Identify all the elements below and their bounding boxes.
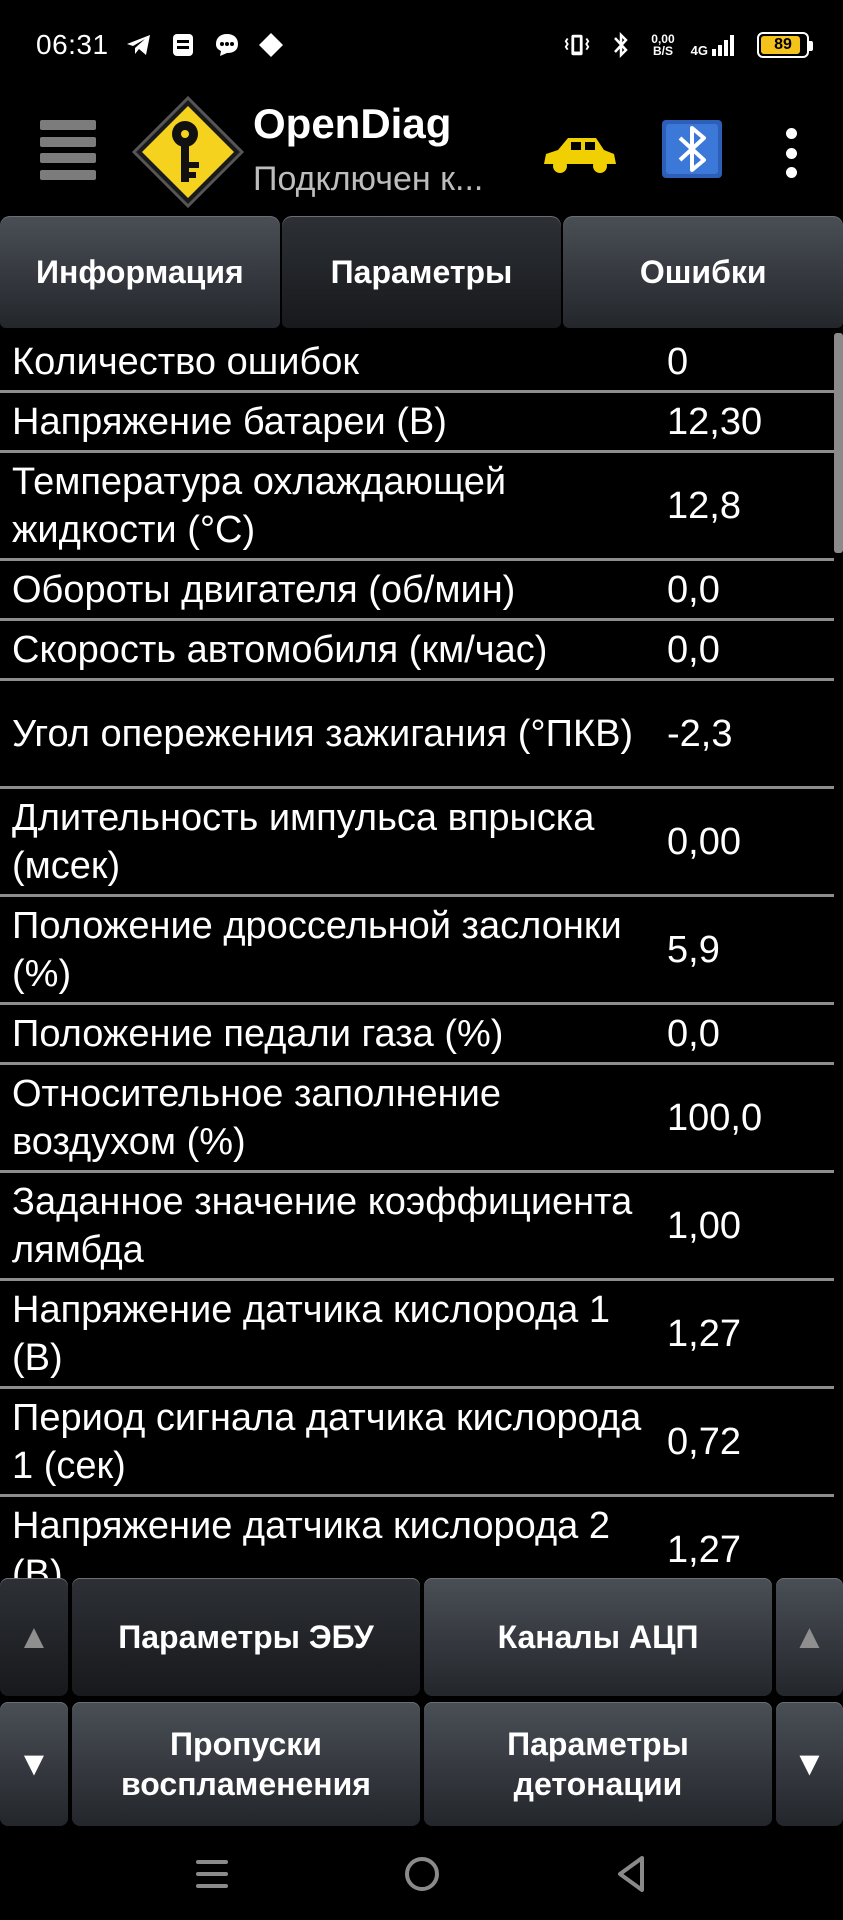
recent-apps-icon[interactable] <box>190 1852 234 1896</box>
parameter-name: Скорость автомобиля (км/час) <box>12 628 548 671</box>
parameter-row: Обороты двигателя (об/мин) 0,0 <box>0 561 834 621</box>
page-up-button-right[interactable]: ▲ <box>776 1578 843 1696</box>
notes-icon <box>169 31 197 59</box>
parameter-name: Положение педали газа (%) <box>12 1012 504 1055</box>
status-right: 0,00 B/S 4G 89 <box>563 31 813 59</box>
parameter-value: 0,72 <box>667 1420 741 1463</box>
parameter-list[interactable]: Количество ошибок 0 Напряжение батареи (… <box>0 333 834 1578</box>
parameter-name: Количество ошибок <box>12 340 359 383</box>
parameter-row: Напряжение датчика кислорода 2 (В) 1,27 <box>0 1497 834 1579</box>
parameter-row: Напряжение батареи (В) 12,30 <box>0 393 834 453</box>
main-tabs: Информация Параметры Ошибки <box>0 216 843 328</box>
parameter-value: 1,27 <box>667 1312 741 1355</box>
parameter-name: Угол опережения зажигания (°ПКВ) <box>12 712 634 755</box>
knock-params-button[interactable]: Параметры детонации <box>424 1702 772 1826</box>
parameter-row: Угол опережения зажигания (°ПКВ) -2,3 <box>0 681 834 789</box>
battery-icon: 89 <box>757 32 813 58</box>
connection-status: Подключен к... <box>253 160 484 198</box>
parameter-name: Длительность импульса впрыска (мсек) <box>12 796 595 887</box>
parameter-row: Количество ошибок 0 <box>0 333 834 393</box>
parameter-name: Обороты двигателя (об/мин) <box>12 568 516 611</box>
parameter-value: 1,27 <box>667 1528 741 1571</box>
parameter-name: Напряжение датчика кислорода 1 (В) <box>12 1288 610 1379</box>
telegram-icon <box>125 31 153 59</box>
page-down-button-right[interactable]: ▼ <box>776 1702 843 1826</box>
misfires-button[interactable]: Пропуски воспламенения <box>72 1702 420 1826</box>
vibrate-icon <box>563 31 591 59</box>
car-icon[interactable] <box>540 130 618 178</box>
app-bar: OpenDiag Подключен к... <box>0 90 843 215</box>
parameter-value: 0,0 <box>667 628 720 671</box>
parameter-row: Положение дроссельной заслонки (%) 5,9 <box>0 897 834 1005</box>
parameter-value: 12,30 <box>667 400 763 443</box>
parameter-name: Положение дроссельной заслонки (%) <box>12 904 622 995</box>
parameter-name: Относительное заполнение воздухом (%) <box>12 1072 502 1163</box>
opendiag-logo-icon <box>131 95 245 209</box>
parameter-row: Температура охлаждающей жидкости (°C) 12… <box>0 453 834 561</box>
overflow-menu-icon[interactable] <box>780 128 802 178</box>
page-down-button-left[interactable]: ▼ <box>0 1702 68 1826</box>
parameter-value: 0,00 <box>667 820 741 863</box>
tab-errors[interactable]: Ошибки <box>563 216 843 328</box>
parameter-name: Заданное значение коэффициента лямбда <box>12 1180 633 1271</box>
parameter-row: Относительное заполнение воздухом (%) 10… <box>0 1065 834 1173</box>
parameter-value: 0 <box>667 340 689 383</box>
parameter-value: 12,8 <box>667 484 741 527</box>
parameter-name: Период сигнала датчика кислорода 1 (сек) <box>12 1396 642 1487</box>
ecu-params-button[interactable]: Параметры ЭБУ <box>72 1578 420 1696</box>
status-time: 06:31 <box>36 29 109 60</box>
parameter-value: 100,0 <box>667 1096 763 1139</box>
tab-information[interactable]: Информация <box>0 216 280 328</box>
diamond-app-icon <box>257 31 285 59</box>
chat-icon <box>213 31 241 59</box>
status-left: 06:31 <box>36 29 285 61</box>
bluetooth-icon <box>607 31 635 59</box>
parameter-name: Напряжение батареи (В) <box>12 400 447 443</box>
menu-icon[interactable] <box>40 120 96 180</box>
arrow-down-icon: ▼ <box>792 1745 827 1783</box>
signal-strength-icon <box>712 35 734 56</box>
parameter-value: 0,0 <box>667 1012 720 1055</box>
arrow-up-icon: ▲ <box>17 1618 51 1656</box>
parameter-value: 0,0 <box>667 568 720 611</box>
network-speed: 0,00 B/S <box>651 33 674 57</box>
network-speed-unit: B/S <box>652 44 673 58</box>
parameter-name: Напряжение датчика кислорода 2 (В) <box>12 1504 610 1579</box>
parameter-row: Заданное значение коэффициента лямбда 1,… <box>0 1173 834 1281</box>
tab-parameters[interactable]: Параметры <box>281 216 562 328</box>
back-icon[interactable] <box>610 1852 654 1896</box>
app-title: OpenDiag <box>253 100 452 147</box>
parameter-row: Скорость автомобиля (км/час) 0,0 <box>0 621 834 681</box>
parameter-value: 1,00 <box>667 1204 741 1247</box>
bottom-controls: ▲ Параметры ЭБУ Каналы АЦП ▲ ▼ Пропуски … <box>0 1578 843 1828</box>
parameter-name: Температура охлаждающей жидкости (°C) <box>12 460 507 551</box>
page-up-button-left[interactable]: ▲ <box>0 1578 68 1696</box>
list-scrollbar[interactable] <box>834 333 843 553</box>
system-navigation-bar <box>0 1828 843 1920</box>
parameter-row: Напряжение датчика кислорода 1 (В) 1,27 <box>0 1281 834 1389</box>
battery-level: 89 <box>774 36 792 53</box>
parameter-value: -2,3 <box>667 712 733 755</box>
parameter-row: Положение педали газа (%) 0,0 <box>0 1005 834 1065</box>
network-type: 4G <box>690 43 708 58</box>
arrow-up-icon: ▲ <box>792 1618 827 1656</box>
adc-channels-button[interactable]: Каналы АЦП <box>424 1578 772 1696</box>
signal-group: 4G <box>691 33 737 57</box>
parameter-value: 5,9 <box>667 928 720 971</box>
status-bar: 06:31 0,00 B/S 4G 89 <box>0 0 843 90</box>
bluetooth-connection-icon[interactable] <box>660 118 724 180</box>
arrow-down-icon: ▼ <box>17 1745 51 1783</box>
parameter-row: Период сигнала датчика кислорода 1 (сек)… <box>0 1389 834 1497</box>
parameter-row: Длительность импульса впрыска (мсек) 0,0… <box>0 789 834 897</box>
home-icon[interactable] <box>400 1852 444 1896</box>
